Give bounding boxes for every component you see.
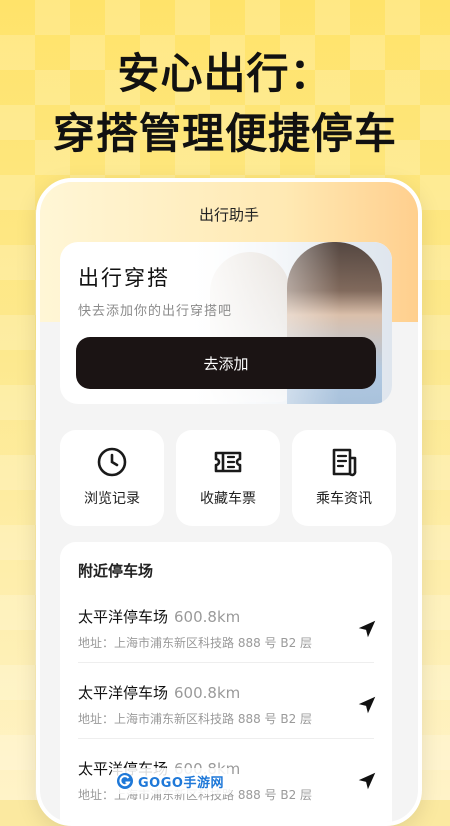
parking-distance: 600.8km <box>174 684 241 702</box>
parking-name: 太平洋停车场 <box>78 608 169 626</box>
clock-icon <box>97 447 127 477</box>
tile-label: 浏览记录 <box>84 491 140 507</box>
headline-line1: 安心出行： <box>117 49 333 98</box>
add-outfit-button[interactable]: 去添加 <box>76 337 376 389</box>
phone-frame: 出行助手 出行穿搭 快去添加你的出行穿搭吧 去添加 浏览记录 收藏车票 乘车资讯… <box>36 178 422 826</box>
nearby-title: 附近停车场 <box>78 562 154 580</box>
watermark: GOGO手游网 <box>112 768 232 794</box>
tile-saved-tickets[interactable]: 收藏车票 <box>176 430 280 526</box>
divider <box>78 662 374 663</box>
outfit-card-subtitle: 快去添加你的出行穿搭吧 <box>78 304 233 319</box>
parking-item[interactable]: 太平洋停车场 600.8km 地址：上海市浦东新区科技路 888 号 B2 层 <box>78 682 378 752</box>
watermark-text: GOGO手游网 <box>138 775 224 791</box>
news-icon <box>332 448 357 477</box>
parking-address: 地址：上海市浦东新区科技路 888 号 B2 层 <box>78 636 313 650</box>
tile-label: 收藏车票 <box>200 491 256 507</box>
parking-distance: 600.8km <box>174 608 241 626</box>
parking-name: 太平洋停车场 <box>78 684 169 702</box>
outfit-card-title: 出行穿搭 <box>78 266 170 290</box>
navigate-icon[interactable] <box>356 770 378 792</box>
divider <box>78 738 374 739</box>
navigate-icon[interactable] <box>356 694 378 716</box>
ticket-icon <box>214 451 242 473</box>
tile-browse-history[interactable]: 浏览记录 <box>60 430 164 526</box>
watermark-logo-icon <box>117 773 133 789</box>
tile-label: 乘车资讯 <box>316 491 372 507</box>
quick-actions: 浏览记录 收藏车票 乘车资讯 <box>60 430 396 526</box>
navigate-icon[interactable] <box>356 618 378 640</box>
parking-address: 地址：上海市浦东新区科技路 888 号 B2 层 <box>78 712 313 726</box>
headline-line2: 穿搭管理便捷停车 <box>52 109 397 158</box>
parking-item[interactable]: 太平洋停车场 600.8km 地址：上海市浦东新区科技路 888 号 B2 层 <box>78 606 378 676</box>
tile-ride-news[interactable]: 乘车资讯 <box>292 430 396 526</box>
app-title: 出行助手 <box>198 206 259 224</box>
outfit-card: 出行穿搭 快去添加你的出行穿搭吧 去添加 <box>60 242 392 404</box>
